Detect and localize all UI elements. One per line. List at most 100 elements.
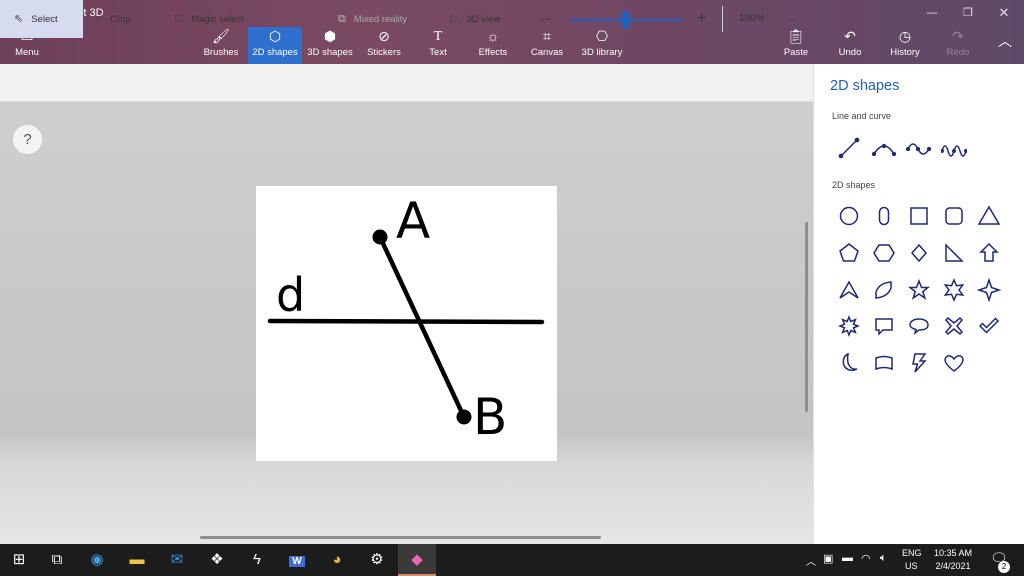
taskbar-file-explorer[interactable]: ▬ <box>118 544 156 576</box>
magic-select-icon: ⊡ <box>174 13 184 25</box>
pentagon-tool[interactable] <box>836 240 862 266</box>
label-b: B <box>473 388 507 446</box>
lightning-app-icon: ϟ <box>253 551 261 568</box>
speech-rect-tool[interactable] <box>871 313 897 339</box>
taskbar-mail[interactable]: ✉ <box>158 544 196 576</box>
lightning-tool[interactable] <box>906 350 932 376</box>
divider <box>722 6 723 32</box>
tray-overflow-button[interactable]: ︿ <box>806 553 816 568</box>
taskbar-paint3d[interactable]: ◆ <box>398 544 436 576</box>
arrow-up-icon <box>979 242 999 262</box>
banner-tool[interactable] <box>871 350 897 376</box>
battery-icon: ▬ <box>842 552 853 564</box>
chevron-tool[interactable] <box>836 277 862 303</box>
start-button[interactable]: ⊞ <box>0 544 38 576</box>
speech-bubble-icon <box>875 318 893 336</box>
battery-button[interactable]: ▬ <box>842 552 853 564</box>
six-point-star-icon <box>943 278 965 302</box>
cross-tool[interactable] <box>941 313 967 339</box>
line-tool[interactable] <box>836 135 862 161</box>
folder-icon: ▬ <box>129 551 145 568</box>
cursor-icon: ⇖ <box>14 13 24 25</box>
taskbar-chrome[interactable]: ◕ <box>318 544 356 576</box>
square-tool[interactable] <box>906 203 932 229</box>
history-button[interactable]: ◷ History <box>884 27 926 64</box>
command-bar <box>0 64 813 102</box>
diamond-tool[interactable] <box>906 240 932 266</box>
section-2d-shapes: 2D shapes <box>832 180 876 190</box>
language-indicator[interactable]: ENG US <box>902 548 922 571</box>
label-a: A <box>396 192 430 250</box>
taskbar-word[interactable]: W <box>278 544 316 576</box>
3d-view-icon: ▷ <box>450 13 459 25</box>
taskbar-edge[interactable]: ◉ <box>78 544 116 576</box>
star-6-tool[interactable] <box>941 277 967 303</box>
taskbar-dropbox[interactable]: ❖ <box>198 544 236 576</box>
wifi-icon: ◠ <box>861 553 871 565</box>
checkmark-tool[interactable] <box>976 313 1002 339</box>
right-triangle-tool[interactable] <box>941 240 967 266</box>
windows-icon: ⊞ <box>12 551 26 568</box>
curve-1-tool[interactable] <box>871 135 897 161</box>
mixed-reality-button[interactable]: ⧉ Mixed reality <box>338 0 407 38</box>
diamond-icon <box>911 243 927 263</box>
tab-3d-library[interactable]: ⎔ 3D library <box>578 27 626 64</box>
taskbar-settings[interactable]: ⚙ <box>358 544 396 576</box>
redo-button[interactable]: ↷ Redo <box>941 27 975 64</box>
curve-3-tool[interactable] <box>941 135 967 161</box>
label-d: d <box>276 268 305 322</box>
moon-tool[interactable] <box>836 350 862 376</box>
magic-select-button[interactable]: ⊡ Magic select <box>174 0 244 38</box>
chevron-up-icon: ︿ <box>806 557 816 568</box>
moon-icon <box>842 352 858 372</box>
star-5-tool[interactable] <box>906 277 932 303</box>
notification-count: 2 <box>998 561 1010 573</box>
horizontal-scrollbar[interactable] <box>200 536 601 539</box>
leaf-icon <box>875 281 892 299</box>
segment-ab <box>377 234 467 420</box>
panel-title: 2D shapes <box>830 78 900 94</box>
clock[interactable]: 10:35 AM 2/4/2021 <box>930 548 976 571</box>
star-icon <box>907 278 931 300</box>
maximize-button[interactable]: ❐ <box>950 2 986 24</box>
rounded-square-tool[interactable] <box>941 203 967 229</box>
circle-tool[interactable] <box>836 203 862 229</box>
heart-tool[interactable] <box>941 350 967 376</box>
close-button[interactable]: ✕ <box>986 2 1022 24</box>
zoom-slider-thumb[interactable] <box>622 11 629 29</box>
taskbar-app-lightning[interactable]: ϟ <box>238 544 276 576</box>
speech-oval-tool[interactable] <box>906 313 932 339</box>
minimize-button[interactable]: — <box>914 2 950 24</box>
task-view-icon: ⧉ <box>51 551 63 568</box>
select-button[interactable]: ⇖ Select <box>14 0 58 38</box>
curve-2-tool[interactable] <box>906 135 932 161</box>
crop-icon: ⌗ <box>96 13 103 25</box>
crop-button[interactable]: ⌗ Crop <box>96 0 131 38</box>
zoom-level[interactable]: 100% <box>739 0 765 38</box>
task-view-button[interactable]: ⧉ <box>38 544 76 576</box>
star-4-tool[interactable] <box>976 277 1002 303</box>
network-button[interactable]: ◠ <box>861 552 871 565</box>
right-triangle-icon <box>945 243 964 262</box>
tab-2d-shapes[interactable]: ⬡ 2D shapes <box>248 27 302 64</box>
arrow-up-tool[interactable] <box>976 240 1002 266</box>
hexagon-tool[interactable] <box>871 240 897 266</box>
drawing-canvas[interactable]: A B d <box>256 186 557 461</box>
undo-button[interactable]: ↶ Undo <box>833 27 867 64</box>
section-line-curve: Line and curve <box>832 111 892 121</box>
triangle-tool[interactable] <box>976 203 1002 229</box>
3d-view-button[interactable]: ▷ 3D view <box>450 0 500 38</box>
point-b <box>456 409 472 425</box>
tray-icon-1[interactable]: ▣ <box>823 552 833 565</box>
vertical-scrollbar[interactable] <box>805 222 808 412</box>
leaf-tool[interactable] <box>871 277 897 303</box>
help-button[interactable]: ? <box>12 124 43 155</box>
burst-tool[interactable] <box>836 313 862 339</box>
zoom-in-button[interactable]: + <box>697 0 706 38</box>
zoom-out-button[interactable]: — <box>540 0 551 38</box>
oval-tool[interactable] <box>871 203 897 229</box>
chevron-up-icon: ︿ <box>998 33 1012 49</box>
more-options-button[interactable]: ··· <box>786 0 798 38</box>
undo-icon: ↶ <box>844 28 856 44</box>
volume-button[interactable]: 🔈︎ <box>880 552 887 565</box>
